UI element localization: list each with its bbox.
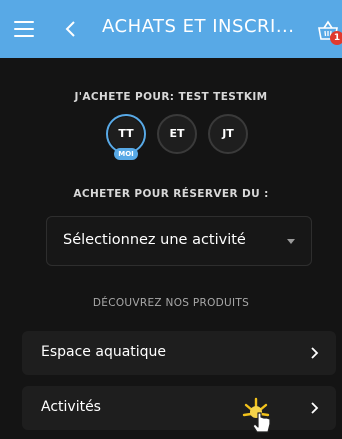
page-title: ACHATS ET INSCRI...: [102, 16, 295, 37]
buyer-label: J'ACHETE POUR: TEST TESTKIM: [74, 91, 268, 103]
member-initials: TT: [118, 127, 134, 140]
hamburger-icon[interactable]: [14, 21, 34, 37]
product-item-label: Espace aquatique: [41, 344, 167, 360]
top-app-bar: ACHATS ET INSCRI... 1: [0, 0, 342, 58]
chevron-left-icon[interactable]: [64, 18, 78, 40]
reserve-label: ACHETER POUR RÉSERVER DU :: [73, 188, 269, 200]
me-tag: MOI: [114, 148, 138, 160]
chevron-right-icon: [311, 347, 319, 359]
hand-cursor-icon: [242, 397, 271, 433]
caret-down-icon: [287, 239, 295, 244]
cart-count-badge: 1: [330, 31, 342, 45]
product-item-espace-aquatique[interactable]: Espace aquatique: [22, 331, 336, 375]
member-initials: ET: [169, 127, 185, 140]
activity-select[interactable]: Sélectionnez une activité: [46, 216, 312, 266]
product-item-label: Activités: [41, 399, 101, 415]
member-chip-et[interactable]: ET: [157, 114, 197, 154]
chevron-right-icon: [311, 402, 319, 414]
member-chip-jt[interactable]: JT: [208, 114, 248, 154]
products-heading: DÉCOUVREZ NOS PRODUITS: [92, 297, 250, 309]
member-initials: JT: [222, 127, 234, 140]
activity-select-value: Sélectionnez une activité: [63, 232, 246, 248]
product-item-activites[interactable]: Activités: [22, 386, 336, 430]
